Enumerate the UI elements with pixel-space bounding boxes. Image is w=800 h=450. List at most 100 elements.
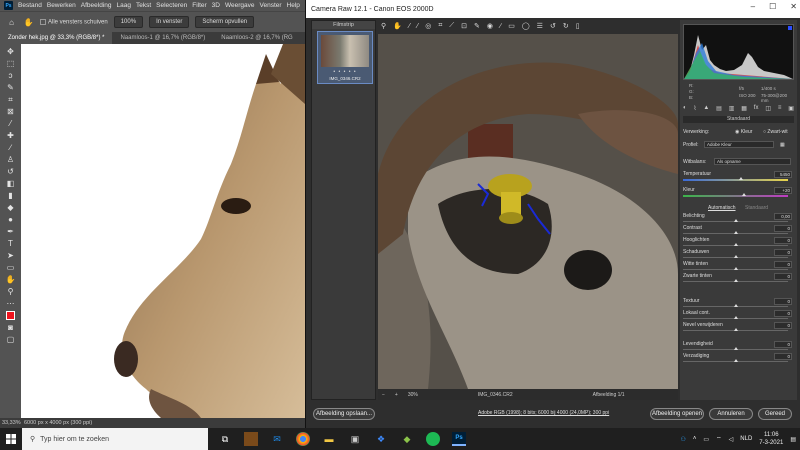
slider-track[interactable] (683, 267, 788, 270)
battery-icon[interactable]: ▭ (703, 436, 709, 443)
slider-value-field[interactable]: 0 (774, 341, 792, 348)
zoom-100-button[interactable]: 100% (113, 16, 144, 28)
zoom-icon[interactable]: ⚲ (381, 22, 386, 30)
healing-brush-icon[interactable]: ✚ (5, 131, 16, 140)
slider-track[interactable] (683, 177, 788, 181)
slider-knob[interactable] (733, 347, 738, 350)
lens-tab-icon[interactable]: ▦ (741, 105, 747, 114)
file-explorer-icon[interactable]: ▬ (322, 432, 336, 446)
presets-tab-icon[interactable]: ≡ (778, 105, 782, 114)
preview-zoom-level[interactable]: 30% (408, 392, 418, 398)
slider-value-field[interactable]: 0 (774, 237, 792, 244)
slider-track[interactable] (683, 219, 788, 222)
slider-value-field[interactable]: 0,00 (774, 213, 792, 220)
hand-icon[interactable]: ✋ (393, 22, 402, 30)
detail-tab-icon[interactable]: ▲ (703, 105, 709, 114)
menu-venster[interactable]: Venster (260, 2, 282, 9)
blur-tool-icon[interactable]: ◆ (5, 203, 16, 212)
quick-mask-icon[interactable]: ◙ (5, 323, 16, 332)
menu-afbeelding[interactable]: Afbeelding (81, 2, 112, 9)
slider-knob[interactable] (733, 219, 738, 222)
radial-filter-icon[interactable]: ◯ (522, 22, 530, 30)
slider-track[interactable] (683, 279, 788, 282)
default-link[interactable]: Standaard (745, 205, 785, 211)
basic-tab-icon[interactable]: ◐ (683, 105, 687, 114)
slider-value-field[interactable]: 0 (774, 273, 792, 280)
lasso-tool-icon[interactable]: ↄ (5, 71, 16, 80)
task-view-icon[interactable]: ⧉ (218, 432, 232, 446)
taskbar-search-box[interactable]: ⚲ Typ hier om te zoeken (22, 428, 208, 450)
history-brush-icon[interactable]: ↺ (5, 167, 16, 176)
brush-tool-icon[interactable]: ∕ (5, 143, 16, 152)
slider-track[interactable] (683, 255, 788, 258)
foreground-color-swatch[interactable] (6, 311, 15, 320)
stamp-tool-icon[interactable]: ♙ (5, 155, 16, 164)
marquee-tool-icon[interactable]: ⬚ (5, 59, 16, 68)
pen-tool-icon[interactable]: ✒ (5, 227, 16, 236)
rating-stars[interactable]: • • • • • (318, 69, 372, 75)
straighten-icon[interactable]: ⟋ (449, 22, 454, 30)
red-eye-icon[interactable]: ◉ (487, 22, 493, 30)
path-select-icon[interactable]: ➤ (5, 251, 16, 260)
slider-knob[interactable] (733, 255, 738, 258)
notifications-icon[interactable]: ▤ (790, 436, 796, 443)
tray-chevron-icon[interactable]: ˄ (693, 436, 697, 442)
slider-value-field[interactable]: 0 (774, 249, 792, 256)
rectangle-tool-icon[interactable]: ▭ (5, 263, 16, 272)
slider-knob[interactable] (733, 231, 738, 234)
slider-track[interactable] (683, 304, 788, 307)
tab-naamloos-2[interactable]: Naamloos-2 @ 16,7% (RG (213, 32, 300, 44)
crop-icon[interactable]: ⌗ (438, 22, 442, 30)
profile-browser-icon[interactable]: ▦ (780, 142, 794, 148)
home-icon[interactable]: ⌂ (6, 18, 17, 27)
slider-value-field[interactable]: 0 (774, 353, 792, 360)
white-balance-icon[interactable]: ⁄ (409, 23, 410, 30)
slider-value-field[interactable]: 5450 (774, 171, 792, 178)
quick-select-icon[interactable]: ✎ (5, 83, 16, 92)
game-app-icon[interactable]: ◆ (400, 432, 414, 446)
zoom-plus-icon[interactable]: + (395, 392, 398, 398)
slider-knob[interactable] (741, 193, 746, 196)
menu-3d[interactable]: 3D (212, 2, 220, 9)
move-tool-icon[interactable]: ✥ (5, 47, 16, 56)
graduated-filter-icon[interactable]: ▭ (508, 22, 515, 30)
spot-removal-icon[interactable]: ✎ (474, 22, 480, 30)
slider-track[interactable] (683, 193, 788, 197)
open-image-button[interactable]: Afbeelding openen (650, 408, 704, 420)
spotify-icon[interactable] (426, 432, 440, 446)
frame-tool-icon[interactable]: ⊠ (5, 107, 16, 116)
menu-bewerken[interactable]: Bewerken (47, 2, 76, 9)
fit-screen-button[interactable]: In venster (149, 16, 190, 28)
volume-icon[interactable]: ◁ (729, 436, 734, 443)
slider-track[interactable] (683, 359, 788, 362)
language-indicator[interactable]: NLD (740, 436, 752, 442)
store-icon[interactable]: ▣ (348, 432, 362, 446)
close-icon[interactable]: ✕ (790, 2, 797, 11)
fill-screen-button[interactable]: Scherm opvullen (195, 16, 255, 28)
slider-knob[interactable] (738, 177, 743, 180)
slider-value-field[interactable]: 0 (774, 225, 792, 232)
clock[interactable]: 11:06 7-3-2021 (759, 431, 783, 447)
hand-tool-icon[interactable]: ✋ (23, 18, 34, 27)
preferences-icon[interactable]: ☰ (537, 22, 543, 30)
split-toning-tab-icon[interactable]: ▥ (729, 105, 735, 114)
slider-knob[interactable] (733, 267, 738, 270)
slider-track[interactable] (683, 231, 788, 234)
target-adjust-icon[interactable]: ◎ (425, 22, 431, 30)
trash-icon[interactable]: ▯ (576, 22, 580, 30)
slider-knob[interactable] (733, 316, 738, 319)
menu-filter[interactable]: Filter (192, 2, 206, 9)
menu-help[interactable]: Help (287, 2, 300, 9)
effects-tab-icon[interactable]: fx (754, 105, 759, 114)
network-icon[interactable]: ⌔ (716, 435, 722, 443)
mail-icon[interactable]: ✉ (270, 432, 284, 446)
type-tool-icon[interactable]: T (5, 239, 16, 248)
photoshop-taskbar-icon[interactable]: Ps (452, 432, 466, 446)
slider-value-field[interactable]: 0 (774, 261, 792, 268)
calibration-tab-icon[interactable]: ◫ (765, 105, 771, 114)
people-icon[interactable]: ⚇ (680, 436, 685, 443)
workflow-options-link[interactable]: Adobe RGB (1998); 8 bits; 6000 bij 4000 … (478, 410, 609, 416)
rotate-right-icon[interactable]: ↻ (563, 22, 569, 30)
tab-naamloos-1[interactable]: Naamloos-1 @ 16,7% (RGB/8*) (112, 32, 213, 44)
treatment-color-radio[interactable]: ◉ Kleur (735, 129, 752, 135)
